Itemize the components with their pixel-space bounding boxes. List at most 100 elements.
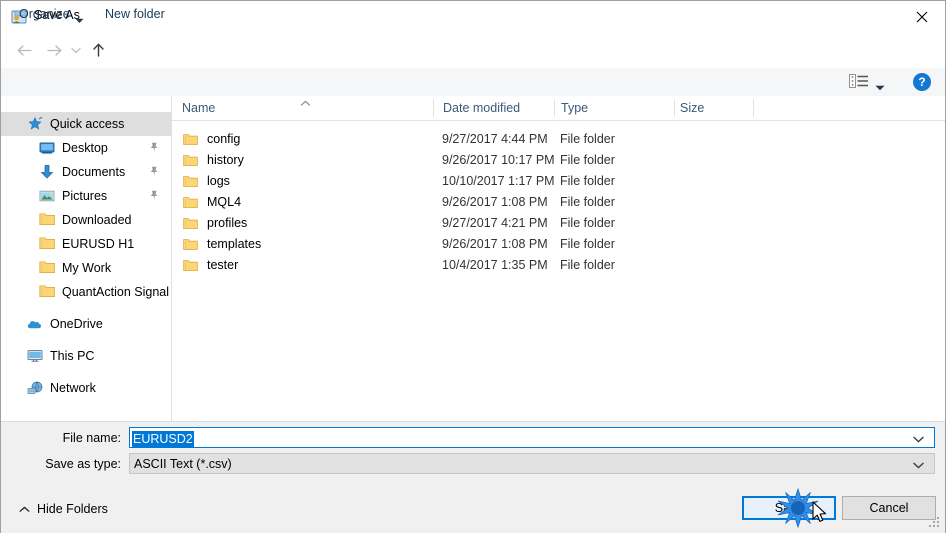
pin-icon[interactable] (149, 190, 159, 204)
pin-icon[interactable] (149, 166, 159, 180)
sidebar-item-this-pc[interactable]: This PC (1, 344, 171, 368)
sidebar-item-label: Pictures (62, 189, 108, 203)
save-as-type-select[interactable] (129, 453, 935, 474)
table-row[interactable]: tester 10/4/2017 1:35 PM File folder (172, 255, 945, 276)
save-as-dialog: Save As « Ro (0, 0, 946, 533)
pictures-icon (39, 188, 55, 204)
sidebar-item-quantaction-signal[interactable]: QuantAction Signal (1, 280, 171, 304)
folder-icon (183, 133, 198, 146)
file-type: File folder (560, 195, 615, 210)
onedrive-icon (27, 316, 43, 332)
file-name-value: EURUSD2 (132, 431, 194, 447)
chevron-down-icon[interactable] (75, 13, 84, 27)
sidebar-item-label: Desktop (62, 141, 108, 155)
sidebar-item-label: QuantAction Signal (62, 285, 170, 299)
column-divider[interactable] (753, 99, 754, 117)
sidebar-item-downloaded[interactable]: Downloaded (1, 208, 171, 232)
folder-icon (183, 175, 198, 188)
chevron-up-icon (19, 502, 30, 516)
table-row[interactable]: profiles 9/27/2017 4:21 PM File folder (172, 213, 945, 234)
sidebar-item-documents[interactable]: Documents (1, 160, 171, 184)
back-arrow-icon[interactable] (11, 37, 37, 63)
folder-icon (39, 284, 55, 300)
file-name: tester (207, 258, 239, 273)
this-pc-icon (27, 348, 43, 364)
sidebar-item-pictures[interactable]: Pictures (1, 184, 171, 208)
folder-icon (183, 217, 198, 230)
sidebar-item-label: My Work (62, 261, 112, 275)
file-type: File folder (560, 132, 615, 147)
command-toolbar (1, 68, 945, 97)
file-date-modified: 9/26/2017 1:08 PM (442, 195, 548, 210)
sidebar-item-eurusd-h1[interactable]: EURUSD H1 (1, 232, 171, 256)
sort-ascending-icon (300, 96, 311, 110)
file-date-modified: 10/4/2017 1:35 PM (442, 258, 548, 273)
file-list-pane: Name Date modified Type Size config 9/27… (172, 96, 945, 421)
folder-icon (183, 259, 198, 272)
sidebar-item-my-work[interactable]: My Work (1, 256, 171, 280)
documents-icon (39, 164, 55, 180)
save-as-type-label: Save as type: (45, 457, 121, 471)
table-row[interactable]: logs 10/10/2017 1:17 PM File folder (172, 171, 945, 192)
file-type: File folder (560, 174, 615, 189)
file-name-label: File name: (62, 431, 121, 445)
sidebar-item-quick-access[interactable]: Quick access (1, 112, 171, 136)
recent-locations-chevron-icon[interactable] (67, 37, 85, 63)
file-name: config (207, 132, 241, 147)
column-header-row: Name Date modified Type Size (172, 96, 945, 121)
close-icon[interactable] (899, 1, 945, 32)
cancel-button[interactable]: Cancel (842, 496, 936, 520)
sidebar-item-desktop[interactable]: Desktop (1, 136, 171, 160)
column-divider[interactable] (674, 99, 675, 117)
file-date-modified: 10/10/2017 1:17 PM (442, 174, 555, 189)
up-arrow-icon[interactable] (85, 37, 111, 63)
column-divider[interactable] (554, 99, 555, 117)
table-row[interactable]: config 9/27/2017 4:44 PM File folder (172, 129, 945, 150)
hide-folders-button[interactable]: Hide Folders (19, 502, 108, 516)
save-button[interactable]: Save (742, 496, 836, 520)
folder-icon (39, 212, 55, 228)
file-name: logs (207, 174, 230, 189)
folder-icon (183, 196, 198, 209)
network-icon (27, 380, 43, 396)
column-header-size[interactable]: Size (680, 101, 704, 115)
file-type: File folder (560, 258, 615, 273)
sidebar-item-label: Network (50, 381, 96, 395)
view-layout-icon[interactable] (849, 74, 869, 88)
folder-icon (183, 154, 198, 167)
chevron-down-icon[interactable] (913, 432, 924, 446)
file-date-modified: 9/27/2017 4:21 PM (442, 216, 548, 231)
pin-icon[interactable] (149, 142, 159, 156)
chevron-down-icon[interactable] (875, 80, 885, 94)
column-divider[interactable] (433, 99, 434, 117)
file-type: File folder (560, 216, 615, 231)
save-as-type-value: ASCII Text (*.csv) (134, 457, 232, 471)
table-row[interactable]: MQL4 9/26/2017 1:08 PM File folder (172, 192, 945, 213)
help-button[interactable]: ? (913, 73, 931, 91)
navigation-bar: « Roaming › MetaQuotes › Terminal › 9155… (1, 32, 945, 91)
table-row[interactable]: history 9/26/2017 10:17 PM File folder (172, 150, 945, 171)
file-date-modified: 9/26/2017 10:17 PM (442, 153, 555, 168)
sidebar-item-onedrive[interactable]: OneDrive (1, 312, 171, 336)
sidebar-item-label: Quick access (50, 117, 125, 131)
organize-button[interactable]: Organize (19, 7, 70, 21)
sidebar-item-label: Downloaded (62, 213, 132, 227)
folder-icon (39, 260, 55, 276)
column-header-name[interactable]: Name (182, 101, 215, 115)
sidebar-item-label: This PC (50, 349, 95, 363)
column-header-type[interactable]: Type (561, 101, 588, 115)
forward-arrow-icon[interactable] (41, 37, 67, 63)
desktop-icon (39, 140, 55, 156)
column-header-date-modified[interactable]: Date modified (443, 101, 520, 115)
folder-icon (39, 236, 55, 252)
resize-grip-icon[interactable] (929, 517, 940, 531)
sidebar-item-network[interactable]: Network (1, 376, 171, 400)
file-name-input[interactable] (129, 427, 935, 448)
table-row[interactable]: templates 9/26/2017 1:08 PM File folder (172, 234, 945, 255)
file-name: MQL4 (207, 195, 242, 210)
file-type: File folder (560, 153, 615, 168)
file-date-modified: 9/26/2017 1:08 PM (442, 237, 548, 252)
new-folder-button[interactable]: New folder (105, 7, 165, 21)
chevron-down-icon[interactable] (913, 458, 924, 472)
file-type: File folder (560, 237, 615, 252)
